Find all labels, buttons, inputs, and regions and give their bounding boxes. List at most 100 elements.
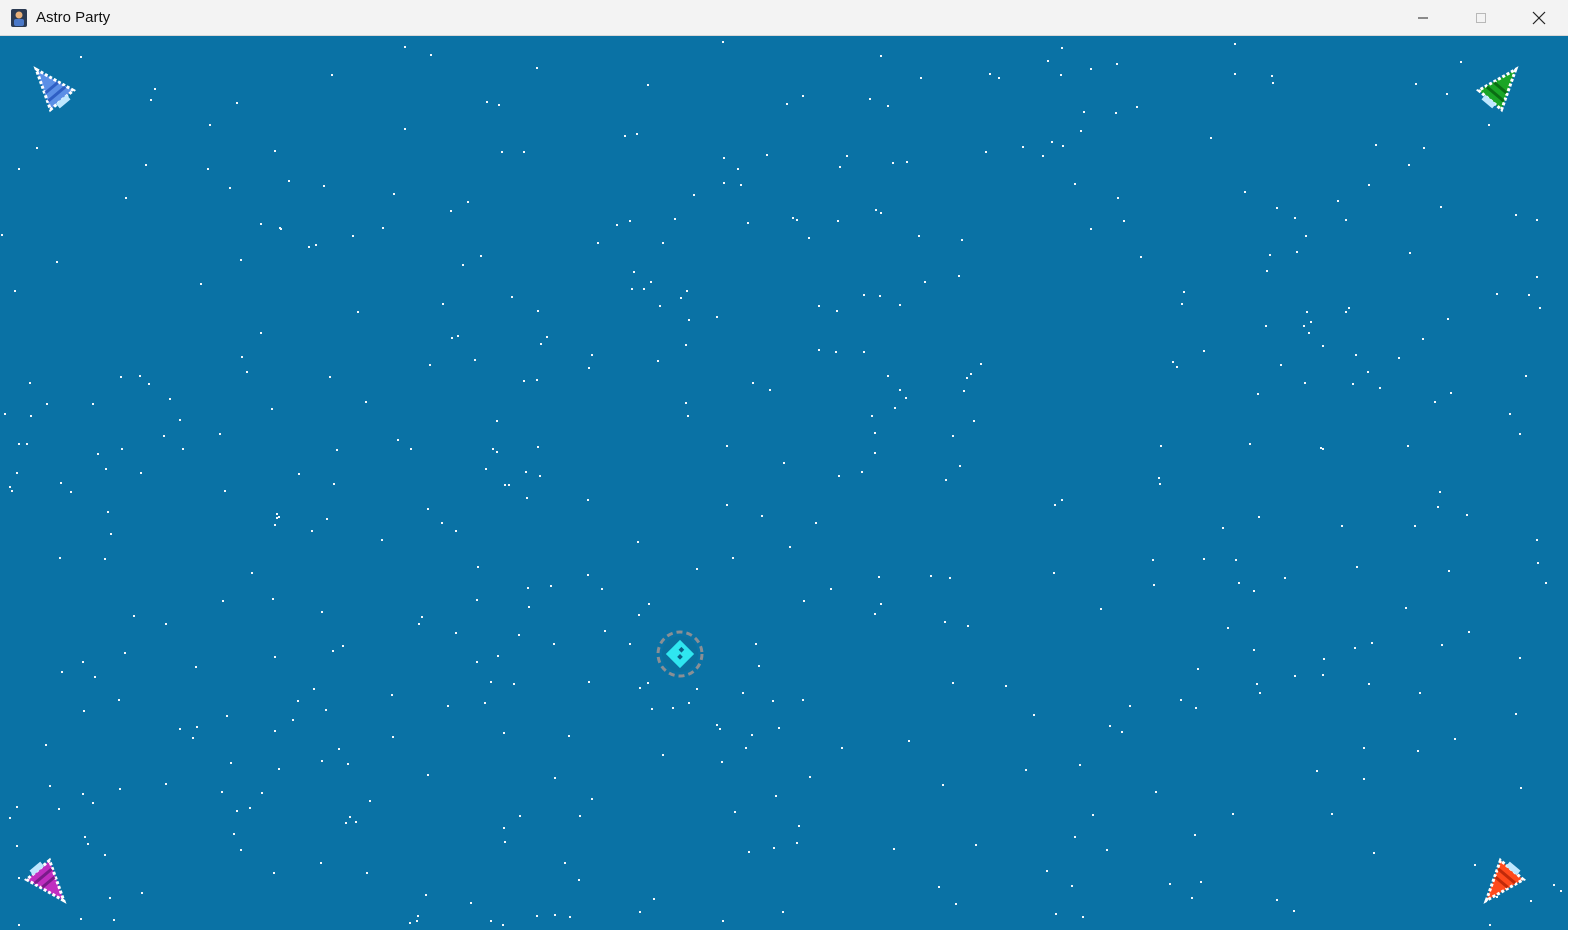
star bbox=[908, 740, 910, 742]
star bbox=[92, 403, 94, 405]
star bbox=[260, 332, 262, 334]
star bbox=[140, 472, 142, 474]
star bbox=[331, 74, 333, 76]
star bbox=[539, 475, 541, 477]
star bbox=[638, 614, 640, 616]
star bbox=[276, 513, 278, 515]
player-ship-purple bbox=[23, 857, 67, 904]
star bbox=[1160, 445, 1162, 447]
star bbox=[1356, 566, 1358, 568]
star bbox=[1180, 699, 1182, 701]
title-bar[interactable]: Astro Party bbox=[0, 0, 1568, 36]
star bbox=[274, 730, 276, 732]
star bbox=[427, 508, 429, 510]
star bbox=[14, 290, 16, 292]
star bbox=[226, 715, 228, 717]
star bbox=[637, 541, 639, 543]
star bbox=[496, 420, 498, 422]
star bbox=[1509, 413, 1511, 415]
close-button[interactable] bbox=[1510, 0, 1568, 35]
star bbox=[1337, 200, 1339, 202]
star bbox=[345, 822, 347, 824]
star bbox=[818, 305, 820, 307]
star bbox=[523, 151, 525, 153]
star bbox=[59, 557, 61, 559]
star bbox=[60, 482, 62, 484]
star bbox=[719, 728, 721, 730]
star bbox=[165, 623, 167, 625]
star bbox=[998, 77, 1000, 79]
star bbox=[722, 920, 724, 922]
star bbox=[150, 99, 152, 101]
star bbox=[751, 734, 753, 736]
star bbox=[1136, 106, 1138, 108]
star bbox=[942, 784, 944, 786]
star bbox=[526, 497, 528, 499]
star bbox=[163, 435, 165, 437]
star bbox=[1083, 111, 1085, 113]
star bbox=[863, 294, 865, 296]
star bbox=[761, 515, 763, 517]
star bbox=[365, 401, 367, 403]
star bbox=[1367, 371, 1369, 373]
minimize-button[interactable] bbox=[1394, 0, 1452, 35]
star bbox=[1423, 147, 1425, 149]
star bbox=[740, 184, 742, 186]
star bbox=[892, 162, 894, 164]
star bbox=[745, 747, 747, 749]
star bbox=[540, 343, 542, 345]
star bbox=[802, 699, 804, 701]
star bbox=[1322, 345, 1324, 347]
star bbox=[476, 661, 478, 663]
star bbox=[686, 290, 688, 292]
star bbox=[920, 77, 922, 79]
star bbox=[1446, 93, 1448, 95]
star bbox=[841, 747, 843, 749]
star bbox=[918, 235, 920, 237]
star bbox=[240, 259, 242, 261]
star bbox=[1176, 366, 1178, 368]
star bbox=[333, 483, 335, 485]
star bbox=[313, 688, 315, 690]
star bbox=[1276, 899, 1278, 901]
shield-powerup bbox=[656, 630, 704, 678]
star bbox=[326, 518, 328, 520]
star bbox=[726, 504, 728, 506]
star bbox=[1414, 525, 1416, 527]
star bbox=[874, 613, 876, 615]
star bbox=[84, 836, 86, 838]
star bbox=[457, 335, 459, 337]
minimize-icon bbox=[1418, 17, 1428, 18]
star bbox=[1355, 354, 1357, 356]
star bbox=[45, 744, 47, 746]
star bbox=[1515, 713, 1517, 715]
star bbox=[554, 914, 556, 916]
star bbox=[1373, 852, 1375, 854]
star bbox=[61, 671, 63, 673]
star bbox=[588, 681, 590, 683]
star bbox=[441, 522, 443, 524]
star bbox=[880, 603, 882, 605]
star bbox=[1152, 559, 1154, 561]
star bbox=[1238, 582, 1240, 584]
star bbox=[4, 413, 6, 415]
star bbox=[484, 702, 486, 704]
star bbox=[587, 499, 589, 501]
maximize-button[interactable] bbox=[1452, 0, 1510, 35]
star bbox=[9, 486, 11, 488]
star bbox=[1272, 82, 1274, 84]
star bbox=[124, 652, 126, 654]
star bbox=[332, 650, 334, 652]
star bbox=[1259, 692, 1261, 694]
star bbox=[222, 600, 224, 602]
star bbox=[1284, 577, 1286, 579]
star bbox=[236, 102, 238, 104]
star bbox=[1074, 836, 1076, 838]
star bbox=[1348, 307, 1350, 309]
star bbox=[1121, 731, 1123, 733]
star bbox=[485, 468, 487, 470]
star bbox=[783, 462, 785, 464]
star bbox=[1525, 375, 1527, 377]
game-canvas[interactable] bbox=[0, 36, 1568, 930]
star bbox=[1234, 43, 1236, 45]
